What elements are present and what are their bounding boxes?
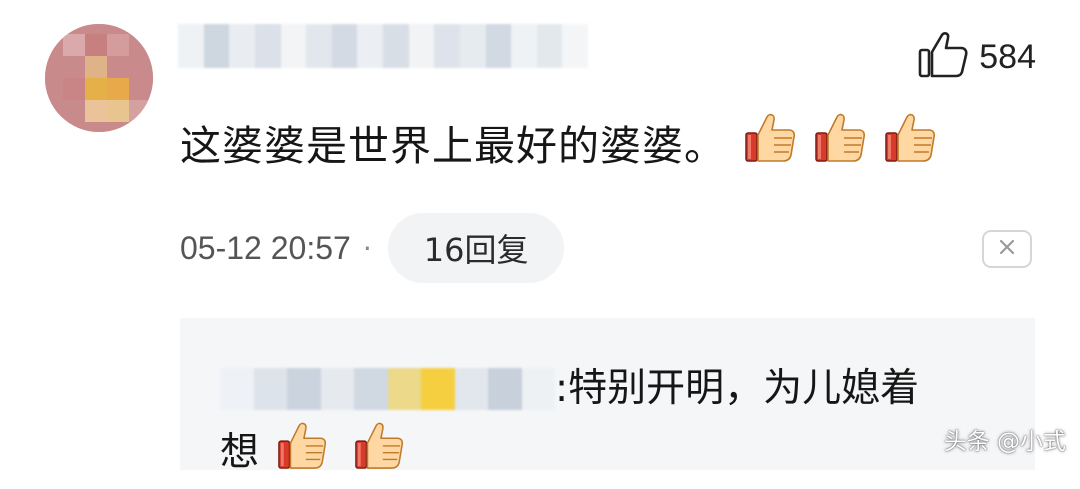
- thumbs-up-outline-icon: [917, 30, 969, 84]
- separator-dot: ·: [362, 231, 372, 265]
- reply-body-line1: :特别开明，为儿媳着: [555, 366, 920, 411]
- thumbs-up-emoji-icon: [884, 111, 936, 173]
- like-count: 584: [979, 37, 1036, 76]
- comment-body: 这婆婆是世界上最好的婆婆。: [180, 122, 726, 170]
- reply-body-line2: 想: [220, 430, 260, 475]
- thumbs-up-emoji-icon: [277, 420, 327, 489]
- thumbs-up-emoji-icon: [354, 420, 404, 489]
- username-obscured[interactable]: [178, 24, 588, 68]
- timestamp: 05-12 20:57: [180, 229, 351, 266]
- comment-meta: 05-12 20:57 · 16回复: [180, 213, 565, 283]
- close-icon: [998, 238, 1016, 260]
- avatar[interactable]: [45, 24, 153, 132]
- thumbs-up-emoji-icon: [744, 111, 796, 173]
- like-button[interactable]: 584: [917, 30, 1036, 84]
- reply-preview[interactable]: :特别开明，为儿媳着 想: [180, 318, 1035, 475]
- dismiss-button[interactable]: [982, 230, 1032, 268]
- thumbs-up-emoji-icon: [814, 111, 866, 173]
- replies-button[interactable]: 16回复: [387, 213, 565, 283]
- watermark: 头条 @小式: [943, 429, 1066, 455]
- comment-text: 这婆婆是世界上最好的婆婆。: [180, 112, 936, 172]
- reply-text: :特别开明，为儿媳着 想: [220, 358, 980, 489]
